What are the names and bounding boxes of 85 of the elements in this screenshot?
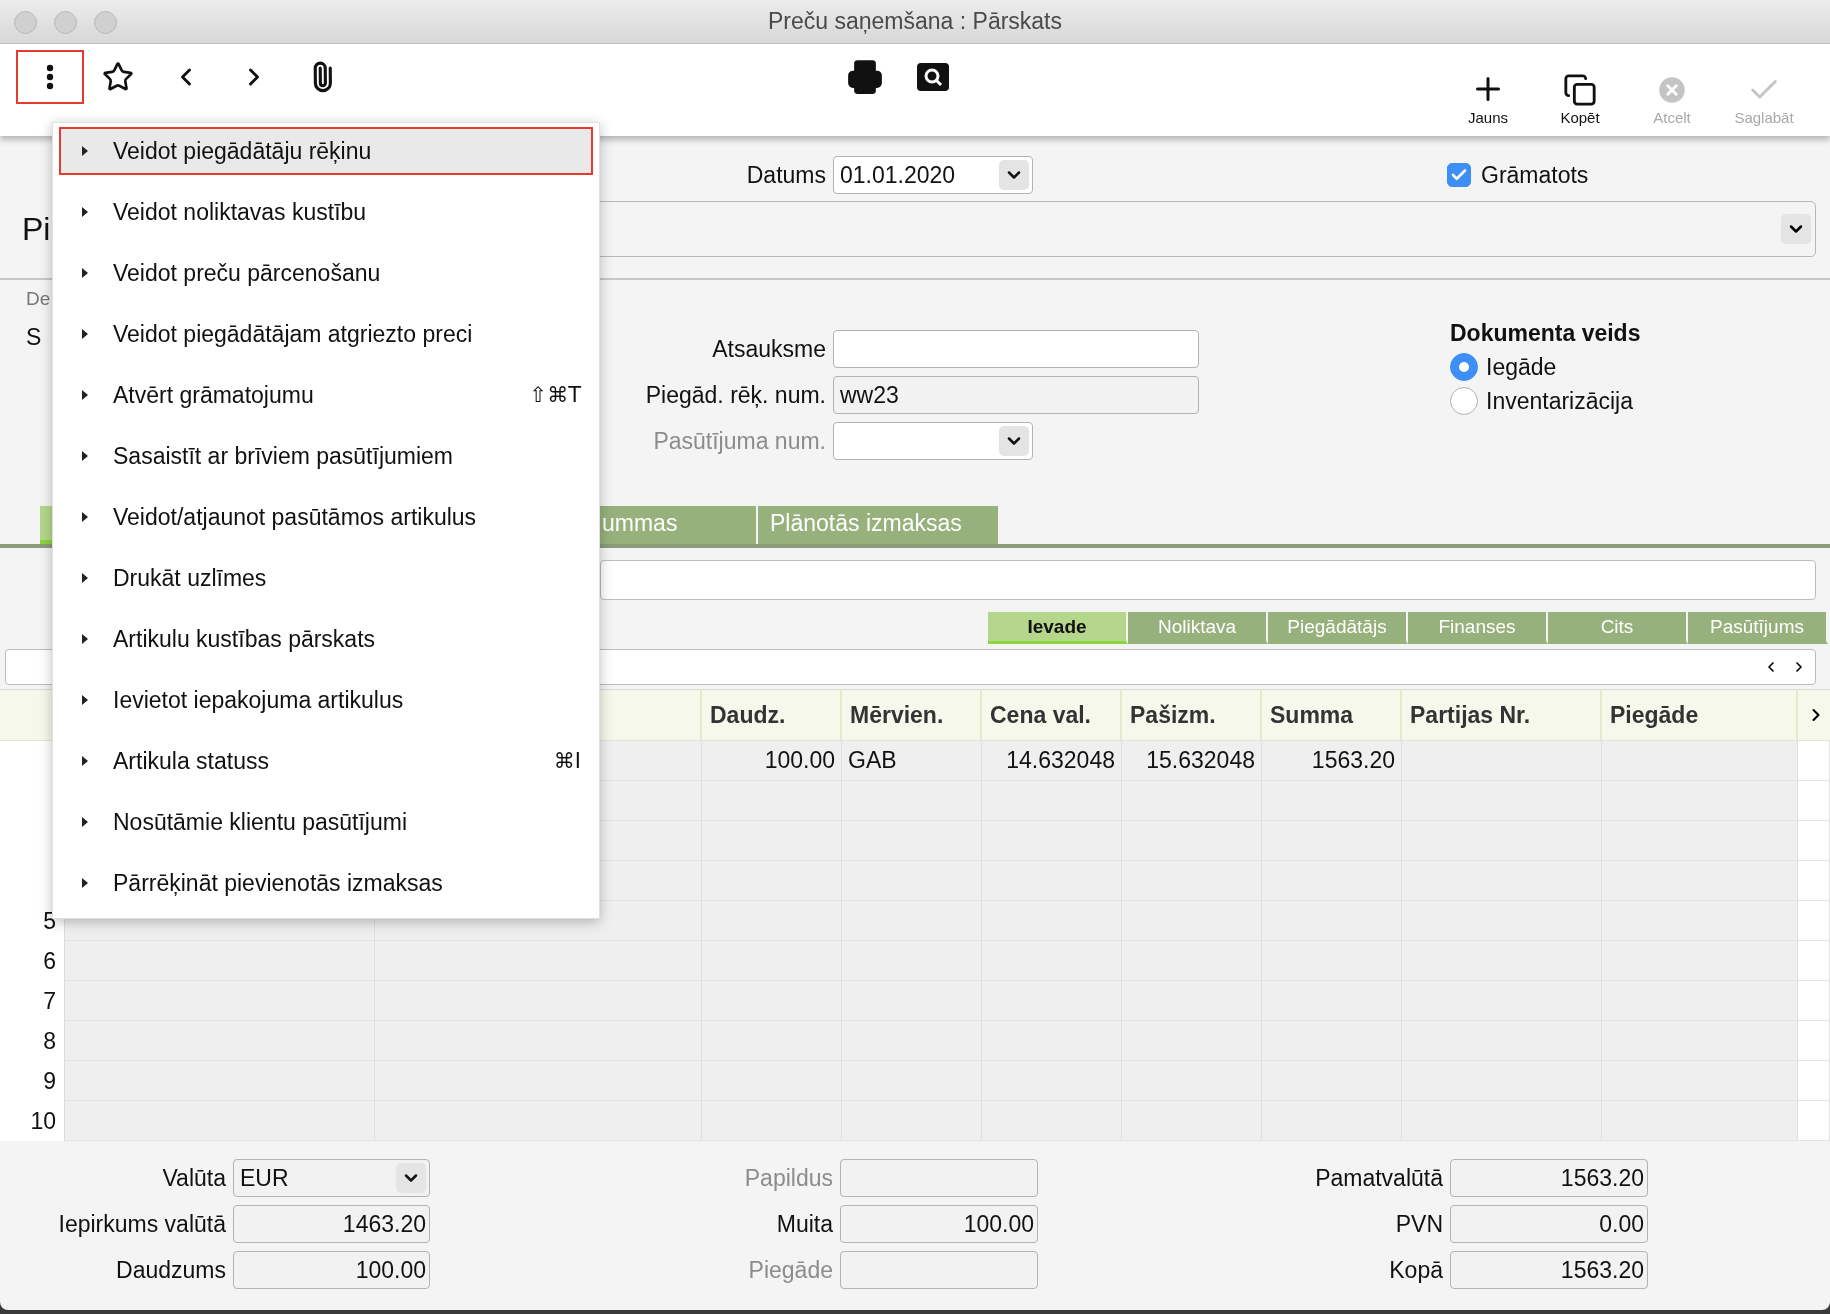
input-field[interactable] [840, 1251, 1038, 1289]
search-icon [917, 63, 949, 91]
field-label: S [26, 324, 42, 351]
table-cell [1798, 861, 1830, 901]
input-field[interactable] [600, 560, 1816, 600]
table-cell: 100.00 [702, 741, 842, 781]
field-label: Muita [775, 1210, 834, 1238]
triangle-right-icon [81, 267, 89, 279]
table-cell: 14.632048 [982, 741, 1122, 781]
field-label: Pamatvalūtā [1314, 1164, 1444, 1192]
more-icon [46, 64, 54, 90]
table-cell: 1563.20 [1262, 741, 1402, 781]
triangle-right-icon [81, 694, 89, 706]
field-label: Daudzums [115, 1256, 227, 1284]
field-label: Iepirkums valūtā [57, 1210, 227, 1238]
chevron-down-icon [396, 1163, 426, 1193]
printer-icon [847, 59, 883, 95]
menu-item[interactable]: Veidot piegādātāju rēķinu [59, 127, 593, 175]
input-field[interactable]: 1463.20 [233, 1205, 430, 1243]
table-cell [1798, 941, 1830, 981]
triangle-right-icon [81, 206, 89, 218]
table-cell: GAB [842, 741, 982, 781]
input-field[interactable] [840, 1159, 1038, 1197]
table-cell [1798, 821, 1830, 861]
close-button[interactable] [14, 11, 37, 34]
toolbar-button[interactable]: Kopēt [1534, 50, 1626, 130]
triangle-right-icon [81, 572, 89, 584]
triangle-right-icon [81, 328, 89, 340]
field-label: Atsauksme [711, 335, 827, 363]
input-field[interactable] [833, 330, 1199, 368]
select-field[interactable]: EUR [233, 1159, 430, 1197]
radio-label: Inventarizācija [1486, 387, 1634, 415]
triangle-right-icon [81, 450, 89, 462]
triangle-right-icon [81, 755, 89, 767]
field-label: PVN [1394, 1210, 1444, 1238]
section-label: De [26, 288, 51, 310]
checkbox[interactable] [1447, 163, 1471, 187]
zoom-button[interactable] [94, 11, 117, 34]
input-field[interactable]: 1563.20 [1450, 1159, 1648, 1197]
radio-button[interactable] [1450, 387, 1478, 415]
input-field[interactable]: ww23 [833, 376, 1199, 414]
input-field[interactable]: 0.00 [1450, 1205, 1648, 1243]
window-title: Preču saņemšana : Pārskats [768, 8, 1062, 35]
table-cell [1798, 1061, 1830, 1101]
document-title: Pi [22, 210, 51, 248]
triangle-right-icon [81, 511, 89, 523]
date-field[interactable]: 01.01.2020 [833, 156, 1033, 194]
table-cell [1798, 901, 1830, 941]
table-cell: 15.632048 [1122, 741, 1262, 781]
group-title: Dokumenta veids [1450, 320, 1641, 347]
field-label: Pasūtījuma num. [652, 427, 827, 455]
radio-label: Iegāde [1486, 353, 1557, 381]
chevron-down-icon [1781, 214, 1811, 244]
star-icon [102, 61, 134, 93]
table-cell [1798, 781, 1830, 821]
copy-icon [1563, 73, 1597, 107]
field-label: Piegāde [747, 1256, 834, 1284]
table-cell [1798, 1021, 1830, 1061]
table-cell [1798, 981, 1830, 1021]
row-number: 8 [0, 1021, 65, 1061]
field-label: Piegād. rēķ. num. [644, 381, 827, 409]
triangle-right-icon [81, 816, 89, 828]
input-field[interactable]: 100.00 [840, 1205, 1038, 1243]
triangle-right-icon [81, 877, 89, 889]
field-label: Papildus [743, 1164, 834, 1192]
triangle-right-icon [81, 633, 89, 645]
radio-button[interactable] [1450, 353, 1478, 381]
field-label: Valūta [161, 1164, 227, 1192]
triangle-right-icon [81, 145, 89, 157]
checkbox-label: Grāmatots [1481, 161, 1589, 189]
triangle-right-icon [81, 389, 89, 401]
field-label: Datums [745, 161, 827, 189]
row-number: 7 [0, 981, 65, 1021]
row-number: 9 [0, 1061, 65, 1101]
field-label: Kopā [1388, 1256, 1444, 1284]
minimize-button[interactable] [54, 11, 77, 34]
input-field[interactable]: 1563.20 [1450, 1251, 1648, 1289]
chevron-down-icon [999, 426, 1029, 456]
toolbar-button[interactable]: Jauns [1442, 50, 1534, 130]
more-button[interactable] [16, 50, 84, 104]
chevron-down-icon [999, 160, 1029, 190]
input-field[interactable]: 100.00 [233, 1251, 430, 1289]
tab[interactable]: Ievade [988, 612, 1128, 644]
row-number: 6 [0, 941, 65, 981]
row-number: 10 [0, 1101, 65, 1141]
